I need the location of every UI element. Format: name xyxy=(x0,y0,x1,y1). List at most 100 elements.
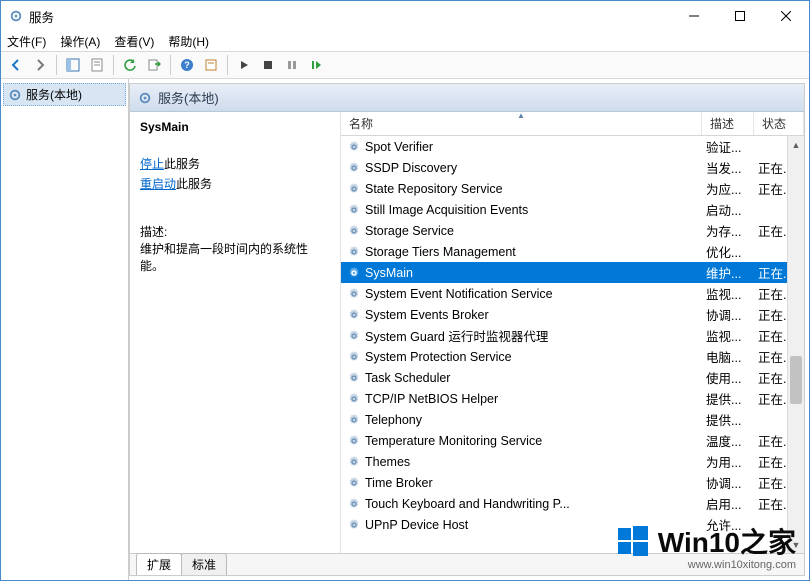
back-button[interactable] xyxy=(5,54,27,76)
list-rows[interactable]: Spot Verifier 验证...SSDP Discovery当发...正在.… xyxy=(341,136,804,553)
gear-icon xyxy=(347,434,361,448)
scroll-thumb[interactable] xyxy=(790,356,802,404)
service-desc: 使用... xyxy=(702,368,754,387)
toolbar-separator xyxy=(170,55,171,75)
gear-icon xyxy=(138,91,152,105)
service-desc: 提供... xyxy=(702,389,754,408)
service-desc: 为存... xyxy=(702,221,754,240)
column-name[interactable]: 名称 ▲ xyxy=(341,112,702,135)
service-row[interactable]: Storage Tiers Management优化... xyxy=(341,241,804,262)
gear-icon xyxy=(347,224,361,238)
service-row[interactable]: System Protection Service电脑...正在... xyxy=(341,346,804,367)
service-desc: 优化... xyxy=(702,242,754,261)
service-desc: 协调... xyxy=(702,305,754,324)
close-button[interactable] xyxy=(763,1,809,31)
stop-service-button[interactable] xyxy=(257,54,279,76)
service-row[interactable]: Touch Keyboard and Handwriting P...启用...… xyxy=(341,493,804,514)
menu-file[interactable]: 文件(F) xyxy=(7,33,46,50)
service-name: UPnP Device Host xyxy=(365,518,468,532)
service-row[interactable]: Time Broker协调...正在... xyxy=(341,472,804,493)
gear-icon xyxy=(347,182,361,196)
vertical-scrollbar[interactable]: ▲ ▼ xyxy=(787,136,804,553)
service-row[interactable]: Themes为用...正在... xyxy=(341,451,804,472)
service-name: Touch Keyboard and Handwriting P... xyxy=(365,497,570,511)
stop-suffix: 此服务 xyxy=(164,157,200,171)
gear-icon xyxy=(347,413,361,427)
gear-icon xyxy=(347,203,361,217)
gear-icon xyxy=(347,455,361,469)
forward-button[interactable] xyxy=(29,54,51,76)
service-name: Time Broker xyxy=(365,476,433,490)
start-service-button[interactable] xyxy=(233,54,255,76)
service-desc: 维护... xyxy=(702,263,754,282)
service-name: Spot Verifier xyxy=(365,140,433,154)
show-hide-tree-button[interactable] xyxy=(62,54,84,76)
service-row[interactable]: Spot Verifier 验证... xyxy=(341,136,804,157)
service-row[interactable]: Storage Service为存...正在... xyxy=(341,220,804,241)
tree-item-services-local[interactable]: 服务(本地) xyxy=(3,83,126,106)
menu-action[interactable]: 操作(A) xyxy=(60,33,100,50)
service-row[interactable]: Temperature Monitoring Service温度...正在... xyxy=(341,430,804,451)
window-title: 服务 xyxy=(29,7,671,26)
service-name: System Guard 运行时监视器代理 xyxy=(365,326,548,345)
pause-service-button[interactable] xyxy=(281,54,303,76)
service-name: Telephony xyxy=(365,413,422,427)
services-window: 服务 文件(F) 操作(A) 查看(V) 帮助(H) ? xyxy=(0,0,810,581)
restart-suffix: 此服务 xyxy=(176,177,212,191)
list-header: 名称 ▲ 描述 状态 xyxy=(341,112,804,136)
tab-standard[interactable]: 标准 xyxy=(181,553,227,575)
scroll-up-icon[interactable]: ▲ xyxy=(788,136,804,153)
service-name: SSDP Discovery xyxy=(365,161,457,175)
main-body: 服务(本地) 服务(本地) SysMain 停止此服务 重启动此服务 描述: 维… xyxy=(1,79,809,580)
tree-pane[interactable]: 服务(本地) xyxy=(1,79,129,580)
column-status[interactable]: 状态 xyxy=(754,112,804,135)
service-row[interactable]: UPnP Device Host允许... xyxy=(341,514,804,535)
gear-icon xyxy=(347,287,361,301)
titlebar[interactable]: 服务 xyxy=(1,1,809,31)
service-row[interactable]: Task Scheduler使用...正在... xyxy=(341,367,804,388)
content-header-title: 服务(本地) xyxy=(158,88,219,107)
gear-icon xyxy=(347,518,361,532)
service-row[interactable]: System Guard 运行时监视器代理监视...正在... xyxy=(341,325,804,346)
description-text: 维护和提高一段时间内的系统性能。 xyxy=(140,240,330,274)
tree-item-label: 服务(本地) xyxy=(26,86,82,103)
gear-icon xyxy=(347,392,361,406)
minimize-button[interactable] xyxy=(671,1,717,31)
restart-link[interactable]: 重启动 xyxy=(140,177,176,191)
menu-view[interactable]: 查看(V) xyxy=(114,33,154,50)
gear-icon xyxy=(347,140,361,154)
service-name: SysMain xyxy=(365,266,413,280)
properties-button[interactable] xyxy=(86,54,108,76)
toolbar-separator xyxy=(227,55,228,75)
service-row[interactable]: System Events Broker协调...正在... xyxy=(341,304,804,325)
content-body: SysMain 停止此服务 重启动此服务 描述: 维护和提高一段时间内的系统性能… xyxy=(130,112,804,553)
refresh-button[interactable] xyxy=(119,54,141,76)
service-row[interactable]: TCP/IP NetBIOS Helper提供...正在... xyxy=(341,388,804,409)
restart-service-button[interactable] xyxy=(305,54,327,76)
service-row[interactable]: State Repository Service为应...正在... xyxy=(341,178,804,199)
service-desc: 验证... xyxy=(702,137,754,156)
export-button[interactable] xyxy=(143,54,165,76)
maximize-button[interactable] xyxy=(717,1,763,31)
column-description[interactable]: 描述 xyxy=(702,112,754,135)
service-row[interactable]: Still Image Acquisition Events启动... xyxy=(341,199,804,220)
scroll-down-icon[interactable]: ▼ xyxy=(788,536,804,553)
gear-icon xyxy=(8,88,22,102)
gear-icon xyxy=(347,245,361,259)
content-pane: 服务(本地) SysMain 停止此服务 重启动此服务 描述: 维护和提高一段时… xyxy=(129,83,805,576)
list-pane: 名称 ▲ 描述 状态 Spot Verifier验证...SSDP Discov… xyxy=(340,112,804,553)
menu-help[interactable]: 帮助(H) xyxy=(168,33,209,50)
service-row[interactable]: System Event Notification Service监视...正在… xyxy=(341,283,804,304)
content-header: 服务(本地) xyxy=(130,84,804,112)
action-button[interactable] xyxy=(200,54,222,76)
service-row[interactable]: SysMain维护...正在... xyxy=(341,262,804,283)
gear-icon xyxy=(347,497,361,511)
service-name: Task Scheduler xyxy=(365,371,450,385)
tab-extended[interactable]: 扩展 xyxy=(136,553,182,575)
help-button[interactable]: ? xyxy=(176,54,198,76)
service-row[interactable]: Telephony提供... xyxy=(341,409,804,430)
stop-link[interactable]: 停止 xyxy=(140,157,164,171)
gear-icon xyxy=(347,371,361,385)
service-name: Storage Service xyxy=(365,224,454,238)
service-row[interactable]: SSDP Discovery当发...正在... xyxy=(341,157,804,178)
